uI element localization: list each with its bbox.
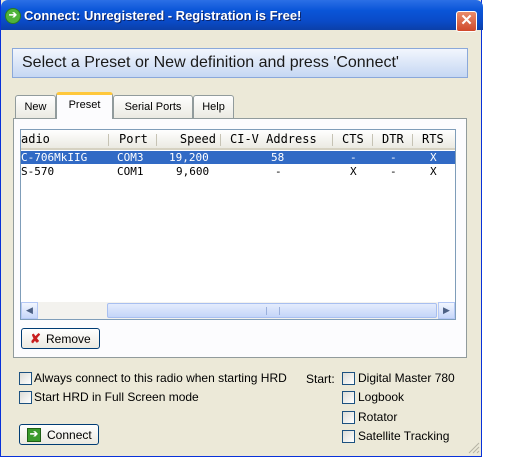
start-satellite-tracking-label: Satellite Tracking [358,429,450,443]
chevron-left-icon: ◀ [26,305,33,315]
column-header-cts[interactable]: CTS [333,130,373,150]
window-title: Connect: Unregistered - Registration is … [24,8,302,23]
always-connect-checkbox[interactable] [19,372,32,385]
column-header-civ-address[interactable]: CI-V Address [221,130,333,150]
scroll-right-button[interactable]: ▶ [438,302,455,319]
scroll-left-button[interactable]: ◀ [21,302,38,319]
table-row[interactable]: S-570 COM1 9,600 - X - X [21,165,455,178]
cell-port: COM1 [117,165,144,178]
scrollbar-thumb[interactable] [107,303,437,318]
full-screen-label: Start HRD in Full Screen mode [34,390,199,404]
column-header-port-label: Port [119,132,148,146]
column-header-radio[interactable]: adio [21,130,109,150]
tab-new-label: New [24,101,47,113]
horizontal-scrollbar[interactable]: ◀ ▶ [21,302,455,319]
cell-speed: 9,600 [176,165,210,178]
cell-dtr: - [390,165,397,178]
connect-dialog: ➔ Connect: Unregistered - Registration i… [0,0,483,457]
title-bar[interactable]: ➔ Connect: Unregistered - Registration i… [1,0,483,32]
instruction-banner: Select a Preset or New definition and pr… [12,48,468,78]
close-button[interactable]: ✕ [456,11,477,32]
cell-cts: X [350,165,357,178]
cell-radio: S-570 [21,165,55,178]
column-divider [412,134,413,146]
column-header-speed[interactable]: Speed [157,130,221,150]
column-header-speed-label: Speed [179,132,216,146]
column-divider [156,134,157,146]
start-digital-master-checkbox[interactable] [342,372,355,385]
column-header-dtr-label: DTR [382,132,404,146]
column-header-rts-label: RTS [422,132,444,146]
tab-preset-label: Preset [68,99,101,111]
column-divider [220,134,221,146]
close-icon: ✕ [460,12,473,29]
start-label: Start: [306,372,335,386]
tab-help[interactable]: Help [193,95,234,118]
resize-grip-icon[interactable] [468,442,480,454]
cell-cts: - [350,151,357,164]
tab-new[interactable]: New [15,95,56,118]
start-satellite-tracking-checkbox[interactable] [342,430,355,443]
column-header-cts-label: CTS [342,132,364,146]
cell-port: COM3 [117,151,144,164]
connect-button-label: Connect [47,428,92,442]
grip-icon [266,307,280,315]
start-rotator-checkbox[interactable] [342,411,355,424]
chevron-right-icon: ▶ [443,305,450,315]
connect-arrow-icon: ➔ [27,428,41,442]
full-screen-checkbox[interactable] [19,391,32,404]
always-connect-label: Always connect to this radio when starti… [34,371,287,385]
cell-rts: X [430,151,437,164]
preset-list[interactable]: adio Port Speed CI-V Address CTS DTR RTS… [20,129,456,320]
cell-civ-address: 58 [271,151,285,164]
start-rotator-label: Rotator [358,410,398,424]
cell-speed: 19,200 [169,151,209,164]
remove-x-icon: ✘ [30,331,41,346]
column-divider [332,134,333,146]
column-header-civ-label: CI-V Address [230,132,317,146]
tab-serial-ports[interactable]: Serial Ports [113,95,193,118]
instruction-text: Select a Preset or New definition and pr… [22,54,399,71]
cell-civ-address: - [275,165,282,178]
tab-help-label: Help [202,101,225,113]
app-arrow-icon: ➔ [5,8,21,24]
cell-radio: C-706MkIIG [21,151,88,164]
column-header-dtr[interactable]: DTR [373,130,413,150]
column-header-port[interactable]: Port [109,130,157,150]
start-digital-master-label: Digital Master 780 [358,371,455,385]
remove-button[interactable]: ✘ Remove [21,328,100,349]
cell-dtr: - [390,151,397,164]
start-logbook-checkbox[interactable] [342,391,355,404]
tab-serial-ports-label: Serial Ports [124,101,182,113]
remove-button-label: Remove [46,332,91,346]
connect-button[interactable]: ➔ Connect [19,424,99,445]
cell-rts: X [430,165,437,178]
column-divider [108,134,109,146]
tab-preset[interactable]: Preset [56,92,113,119]
column-header-rts[interactable]: RTS [413,130,455,150]
column-divider [372,134,373,146]
table-row[interactable]: C-706MkIIG COM3 19,200 58 - - X [21,151,455,164]
start-logbook-label: Logbook [358,390,405,404]
column-header-radio-label: adio [21,132,50,146]
